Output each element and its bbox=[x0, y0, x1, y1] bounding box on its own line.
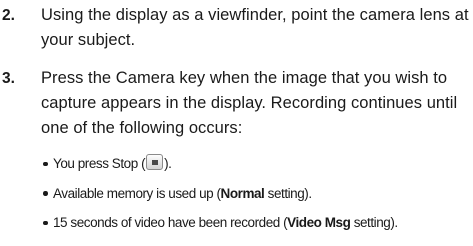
stop-icon bbox=[146, 154, 164, 171]
list-item: Available memory is used up (Normal sett… bbox=[41, 179, 473, 209]
stop-square bbox=[152, 159, 159, 165]
step-text: Press the Camera key when the image that… bbox=[41, 69, 458, 137]
bullet-text: You press Stop ( bbox=[53, 156, 146, 171]
bullet-text: ). bbox=[164, 156, 172, 171]
step-text: Using the display as a viewfinder, point… bbox=[41, 6, 469, 49]
step-number: 3. bbox=[2, 70, 15, 87]
condition-list: You press Stop (). Available memory is u… bbox=[41, 149, 473, 238]
list-item: 15 seconds of video have been recorded (… bbox=[41, 208, 473, 238]
bullet-text: setting). bbox=[350, 215, 398, 230]
bullet-text: setting). bbox=[264, 185, 312, 201]
step-number: 2. bbox=[2, 7, 15, 24]
list-item: You press Stop (). bbox=[41, 149, 473, 179]
bullet-text: 15 seconds of video have been recorded ( bbox=[53, 215, 288, 230]
bullet-text: Available memory is used up ( bbox=[53, 185, 221, 201]
setting-name: Video Msg bbox=[287, 215, 351, 230]
setting-name: Normal bbox=[220, 185, 265, 201]
